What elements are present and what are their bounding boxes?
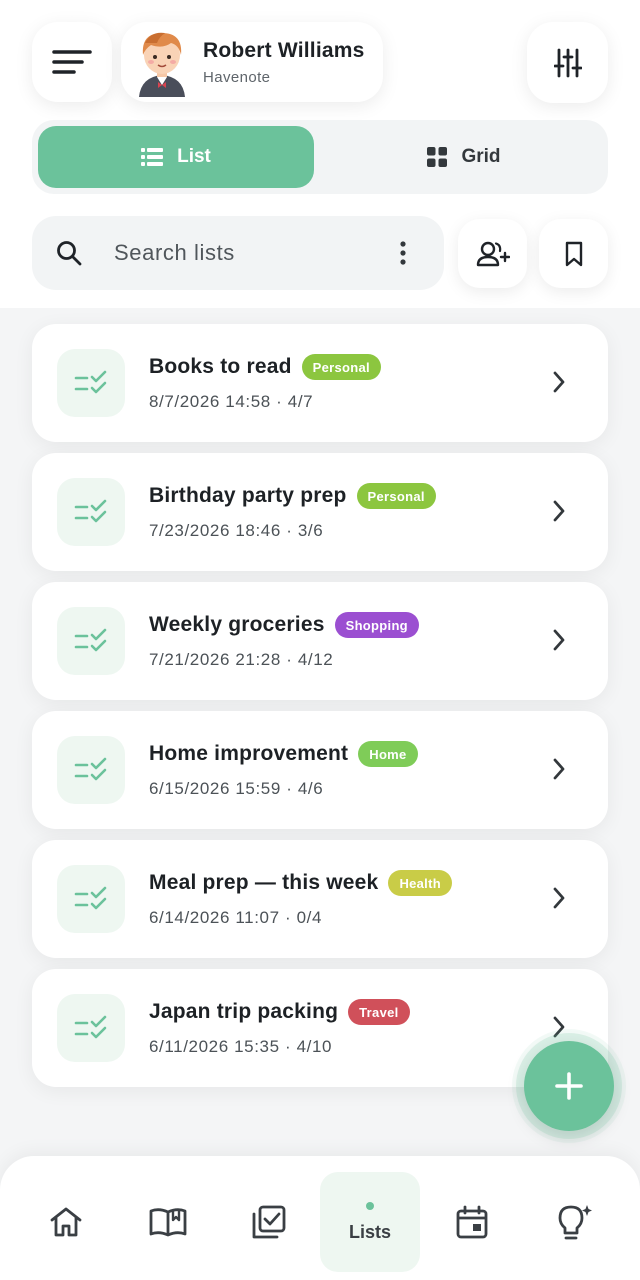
add-list-button[interactable] [524,1041,614,1131]
list-date: 6/14/2026 11:07 [149,908,280,927]
list-card[interactable]: Birthday party prep Personal 7/23/2026 1… [32,453,608,571]
list-card[interactable]: Books to read Personal 8/7/2026 14:58 · … [32,324,608,442]
list-card[interactable]: Home improvement Home 6/15/2026 15:59 · … [32,711,608,829]
list-meta: 7/21/2026 21:28 · 4/12 [149,650,334,669]
list-progress: 4/10 [296,1037,333,1056]
menu-icon [52,50,92,74]
active-indicator-dot [366,1201,374,1210]
category-badge: Travel [348,999,410,1025]
category-badge: Home [358,741,418,767]
book-icon [149,1208,187,1237]
grid-view-label: Grid [461,146,501,167]
lightbulb-icon [558,1205,592,1240]
list-title: Meal prep — this week [149,871,379,894]
list-card[interactable]: Meal prep — this week Health 6/14/2026 1… [32,840,608,958]
chevron-right-icon [553,629,565,651]
list-progress: 4/6 [297,779,324,798]
menu-button[interactable] [32,22,112,102]
add-collaborator-button[interactable] [458,219,527,288]
search-bar[interactable]: Search lists [32,216,444,290]
category-badge: Personal [301,354,381,380]
nav-journal[interactable] [118,1172,218,1272]
plus-icon [555,1072,583,1100]
nav-ideas[interactable] [524,1172,624,1272]
category-badge: Shopping [334,612,419,638]
checklist-icon [57,478,125,546]
checklist-icon [57,994,125,1062]
list-progress: 4/7 [287,392,314,411]
list-date: 6/11/2026 15:35 [149,1037,280,1056]
list-view-icon [141,148,164,166]
list-progress: 3/6 [297,521,324,540]
nav-lists[interactable]: Lists [320,1172,420,1272]
grid-view-option[interactable]: Grid [326,126,602,188]
profile-card[interactable]: Robert Williams Havenote [121,22,383,102]
list-title: Japan trip packing [149,1000,339,1023]
bookmark-icon [565,241,582,266]
bottom-navigation: Lists [0,1156,640,1280]
profile-subtitle: Havenote [203,68,271,86]
list-view-label: List [177,146,211,167]
list-meta: 6/11/2026 15:35 · 4/10 [149,1037,333,1056]
list-title: Home improvement [149,742,349,765]
chevron-right-icon [553,887,565,909]
sliders-icon [553,48,582,77]
profile-name: Robert Williams [203,38,365,62]
list-meta: 6/15/2026 15:59 · 4/6 [149,779,324,798]
filter-button[interactable] [527,22,608,103]
list-meta: 8/7/2026 14:58 · 4/7 [149,392,314,411]
category-badge: Personal [356,483,436,509]
nav-home[interactable] [16,1172,116,1272]
chevron-right-icon [553,371,565,393]
list-title: Books to read [149,355,292,378]
list-progress: 4/12 [297,650,334,669]
nav-lists-label: Lists [348,1221,391,1242]
list-date: 7/23/2026 18:46 [149,521,281,540]
home-icon [50,1207,82,1237]
list-card[interactable]: Japan trip packing Travel 6/11/2026 15:3… [32,969,608,1087]
checklist-icon [57,607,125,675]
list-meta: 6/14/2026 11:07 · 0/4 [149,908,322,927]
list-title: Birthday party prep [149,484,347,507]
search-input[interactable]: Search lists [114,240,235,266]
list-date: 8/7/2026 14:58 [149,392,271,411]
chevron-right-icon [553,758,565,780]
chevron-right-icon [553,1016,565,1038]
search-icon [57,241,82,266]
top-header-area: Robert Williams Havenote List Grid Searc… [0,0,640,308]
nav-tasks[interactable] [219,1172,319,1272]
list-title: Weekly groceries [149,613,325,636]
list-progress: 0/4 [296,908,322,927]
list-date: 6/15/2026 15:59 [149,779,281,798]
bookmark-button[interactable] [539,219,608,288]
nav-calendar[interactable] [422,1172,522,1272]
user-plus-icon [476,241,510,266]
list-view-option[interactable]: List [38,126,314,188]
calendar-icon [456,1205,488,1239]
checklist-icon [57,349,125,417]
view-toggle: List Grid [32,120,608,194]
grid-view-icon [427,147,448,167]
chevron-right-icon [553,500,565,522]
more-vertical-icon[interactable] [398,240,408,266]
checklist-icon [57,736,125,804]
checklist-icon [57,865,125,933]
list-card[interactable]: Weekly groceries Shopping 7/21/2026 21:2… [32,582,608,700]
category-badge: Health [388,870,452,896]
list-meta: 7/23/2026 18:46 · 3/6 [149,521,324,540]
checkbox-icon [252,1205,286,1239]
avatar [139,32,185,97]
list-date: 7/21/2026 21:28 [149,650,281,669]
